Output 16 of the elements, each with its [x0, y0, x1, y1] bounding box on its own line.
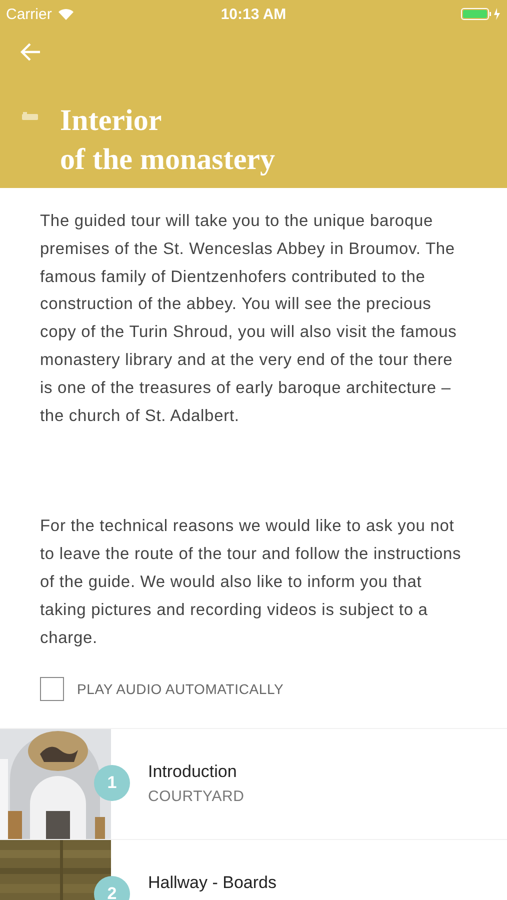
autoplay-checkbox[interactable] — [40, 677, 64, 702]
status-time: 10:13 AM — [220, 6, 286, 22]
stop-title: Introduction — [148, 762, 238, 782]
stop-number-badge: 2 — [94, 876, 130, 900]
autoplay-label: PLAY AUDIO AUTOMATICALLY — [77, 681, 284, 698]
description-paragraph: The guided tour will take you to the unique baroque premises of the St. Wenceslas Abbey in Broumov. The famous family of Dientzenhofers contributed to the construction of the abbey. You will see the precious copy of the Turin Shroud, you will also visit the famous monastery library and at the very end of the tour there is one of the treasures of early baroque architecture – the church of St. Adalbert. — [40, 211, 458, 427]
description-paragraph: For the technical reasons we would like to ask you not to leave the route of the tour and follow the instructions of the guide. We would also like to inform you that taking pictures and recording videos is subject to a charge. — [40, 516, 462, 649]
stop-title: Hallway - Boards — [148, 873, 276, 894]
back-button[interactable] — [20, 41, 42, 63]
stop-location: COURTYARD — [148, 788, 244, 806]
wifi-icon — [58, 8, 74, 20]
tour-stop-item[interactable]: 2 Hallway - Boards — [0, 839, 507, 900]
page-title: Interior of the monastery — [60, 103, 275, 178]
bench-icon — [22, 112, 38, 120]
carrier-label: Carrier — [6, 6, 52, 22]
battery-icon — [461, 7, 501, 21]
